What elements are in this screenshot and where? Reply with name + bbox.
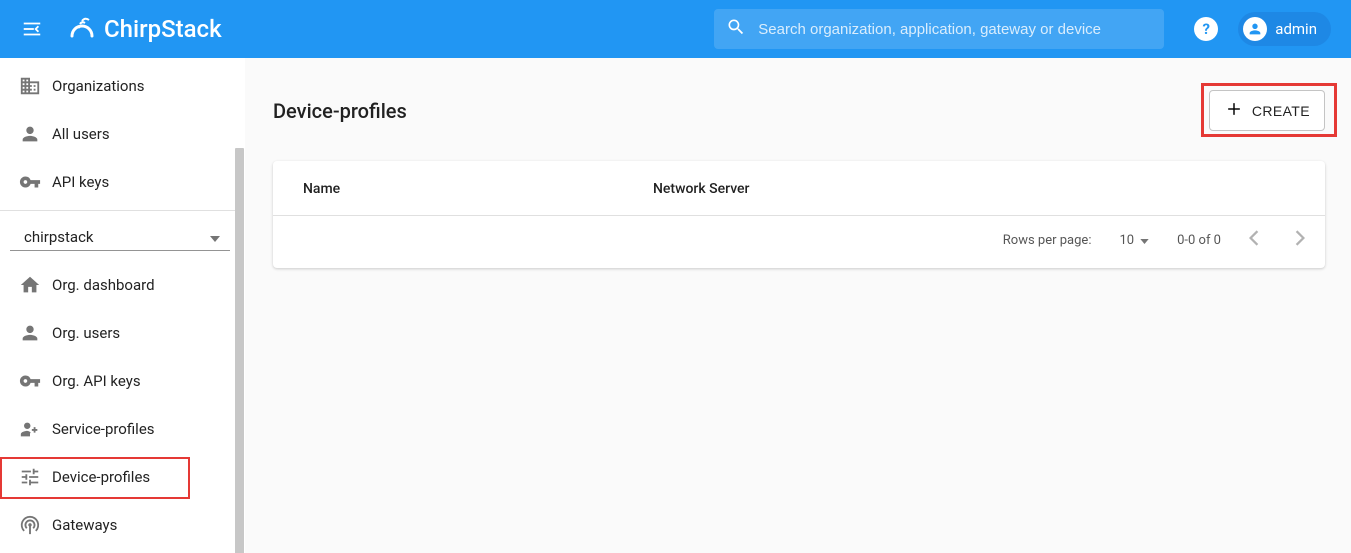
sidebar-item-org-users[interactable]: Org. users: [0, 309, 244, 357]
sidebar-item-org-dashboard[interactable]: Org. dashboard: [0, 261, 244, 309]
plus-icon: [1224, 99, 1244, 122]
scrollbar[interactable]: [235, 148, 244, 553]
data-table-card: Name Network Server Rows per page: 10 0-…: [273, 161, 1325, 268]
sidebar-item-device-profiles[interactable]: Device-profiles: [0, 453, 244, 501]
brand-name: ChirpStack: [104, 15, 222, 43]
search-icon: [726, 17, 746, 41]
antenna-icon: [8, 514, 52, 536]
account-menu[interactable]: admin: [1238, 12, 1331, 46]
rows-per-page-value: 10: [1119, 233, 1134, 248]
prev-page-icon[interactable]: [1249, 230, 1259, 250]
account-name: admin: [1275, 20, 1317, 38]
sidebar-item-gateways[interactable]: Gateways: [0, 501, 244, 549]
tune-icon: [8, 466, 52, 488]
rows-per-page-label: Rows per page:: [1003, 233, 1092, 248]
key-icon: [8, 370, 52, 392]
sidebar-item-label: All users: [52, 125, 110, 143]
sidebar-divider: [0, 210, 244, 211]
page-title: Device-profiles: [273, 99, 407, 123]
column-header-network-server[interactable]: Network Server: [653, 181, 1295, 197]
sidebar-item-label: Organizations: [52, 77, 145, 95]
sidebar-item-label: Org. users: [52, 324, 120, 342]
search-box[interactable]: [714, 9, 1164, 49]
next-page-icon[interactable]: [1295, 230, 1305, 250]
sidebar-item-label: API keys: [52, 173, 109, 191]
help-icon[interactable]: ?: [1194, 17, 1218, 41]
search-input[interactable]: [758, 21, 1152, 38]
sidebar-item-all-users[interactable]: All users: [0, 110, 244, 158]
chevron-down-icon: [210, 227, 220, 246]
sidebar: Organizations All users API keys chirpst…: [0, 58, 245, 553]
table-header-row: Name Network Server: [273, 161, 1325, 216]
sidebar-item-label: Service-profiles: [52, 420, 155, 438]
column-header-name[interactable]: Name: [303, 181, 653, 197]
sidebar-item-label: Org. API keys: [52, 372, 141, 390]
org-selector[interactable]: chirpstack: [10, 219, 230, 251]
main-content: Device-profiles CREATE Name Network Serv…: [245, 58, 1351, 553]
pagination-range: 0-0 of 0: [1177, 233, 1221, 248]
menu-toggle-icon[interactable]: [20, 17, 44, 41]
table-footer: Rows per page: 10 0-0 of 0: [273, 216, 1325, 268]
sidebar-item-org-api-keys[interactable]: Org. API keys: [0, 357, 244, 405]
home-icon: [8, 274, 52, 296]
sidebar-item-organizations[interactable]: Organizations: [0, 62, 244, 110]
sidebar-item-api-keys[interactable]: API keys: [0, 158, 244, 206]
sidebar-item-label: Org. dashboard: [52, 276, 155, 294]
org-selector-value: chirpstack: [24, 228, 94, 246]
create-button[interactable]: CREATE: [1209, 90, 1325, 131]
rows-per-page-select[interactable]: 10: [1119, 233, 1149, 248]
chevron-down-icon: [1140, 233, 1149, 248]
organizations-icon: [8, 75, 52, 97]
people-icon: [8, 418, 52, 440]
key-icon: [8, 171, 52, 193]
user-icon: [8, 322, 52, 344]
account-avatar-icon: [1243, 17, 1267, 41]
sidebar-item-label: Gateways: [52, 516, 117, 534]
sidebar-item-service-profiles[interactable]: Service-profiles: [0, 405, 244, 453]
brand-logo[interactable]: ChirpStack: [62, 14, 222, 44]
sidebar-item-label: Device-profiles: [52, 468, 150, 486]
user-icon: [8, 123, 52, 145]
app-header: ChirpStack ? admin: [0, 0, 1351, 58]
create-button-label: CREATE: [1252, 103, 1310, 119]
